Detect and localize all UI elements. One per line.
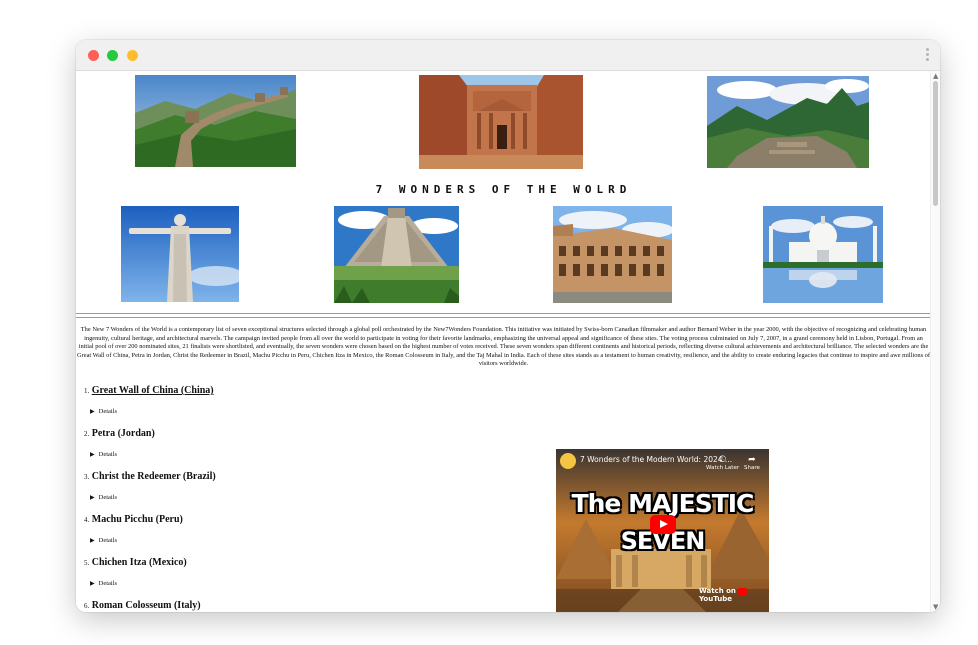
watch-later-button[interactable]: 🕓︎ Watch Later [706,455,739,471]
list-item-chichen-itza: 5. Chichen Itza (Mexico) [84,557,187,568]
share-button[interactable]: ➦ Share [744,455,760,471]
scroll-down-arrow-icon[interactable]: ▼ [933,603,938,611]
close-window-button[interactable] [88,50,99,61]
watch-later-label: Watch Later [706,465,740,471]
vertical-scrollbar[interactable]: ▲ ▼ [930,71,940,612]
list-number: 6. [84,602,90,610]
divider-line-bottom [76,317,931,318]
chichen-itza-heading: Chichen Itza (Mexico) [91,557,187,568]
youtube-video-embed[interactable]: 7 Wonders of the Modern World: 2024 ... … [556,449,769,612]
christ-redeemer-details-toggle[interactable]: ▶ Details [90,494,117,501]
disclosure-triangle-icon: ▶ [90,537,95,544]
share-label: Share [744,465,760,471]
scroll-up-arrow-icon[interactable]: ▲ [933,72,938,80]
disclosure-triangle-icon: ▶ [90,408,95,415]
watch-on-label: Watch on [699,587,736,595]
page-title: 7 WONDERS OF THE WOLRD [375,183,632,196]
play-button[interactable] [650,515,676,534]
petra-heading: Petra (Jordan) [91,428,155,439]
great-wall-link[interactable]: Great Wall of China (China) [92,385,214,396]
minimize-window-button[interactable] [127,50,138,61]
colosseum-heading: Roman Colosseum (Italy) [91,600,201,611]
list-number: 1. [84,387,90,395]
details-label: Details [98,580,118,587]
youtube-logo-icon [737,587,747,595]
share-icon: ➦ [748,455,756,465]
disclosure-triangle-icon: ▶ [90,494,95,501]
page-viewport: 7 WONDERS OF THE WOLRD The New 7 Wonders… [76,71,940,612]
more-options-icon[interactable] [926,48,930,64]
taj-mahal-image [763,206,883,303]
details-label: Details [98,408,118,415]
list-item-christ-redeemer: 3. Christ the Redeemer (Brazil) [84,471,216,482]
list-item-petra: 2. Petra (Jordan) [84,428,155,439]
title-bar [76,40,940,71]
machu-picchu-heading: Machu Picchu (Peru) [91,514,183,525]
disclosure-triangle-icon: ▶ [90,451,95,458]
great-wall-image [135,75,296,167]
youtube-label: YouTube [699,595,732,603]
list-item-great-wall: 1. Great Wall of China (China) [84,385,214,396]
machu-picchu-image [707,76,869,168]
maximize-window-button[interactable] [107,50,118,61]
channel-avatar[interactable] [560,453,576,469]
details-label: Details [98,537,118,544]
petra-image [419,75,583,169]
list-number: 5. [84,559,90,567]
thumbnail-headline: The MAJESTIC [571,489,755,518]
list-number: 3. [84,473,90,481]
details-label: Details [98,494,118,501]
disclosure-triangle-icon: ▶ [90,580,95,587]
details-label: Details [98,451,118,458]
chichen-itza-image [334,206,459,303]
petra-details-toggle[interactable]: ▶ Details [90,451,117,458]
list-number: 4. [84,516,90,524]
list-number: 2. [84,430,90,438]
list-item-colosseum: 6. Roman Colosseum (Italy) [84,600,201,611]
intro-paragraph: The New 7 Wonders of the World is a cont… [76,326,931,368]
christ-redeemer-image [121,206,239,302]
watch-on-youtube-button[interactable]: Watch onYouTube [699,587,769,603]
christ-redeemer-heading: Christ the Redeemer (Brazil) [91,471,216,482]
chichen-itza-details-toggle[interactable]: ▶ Details [90,580,117,587]
list-item-machu-picchu: 4. Machu Picchu (Peru) [84,514,183,525]
divider-line-top [76,313,931,314]
machu-picchu-details-toggle[interactable]: ▶ Details [90,537,117,544]
great-wall-details-toggle[interactable]: ▶ Details [90,408,117,415]
scrollbar-thumb[interactable] [933,81,938,206]
browser-window: 7 WONDERS OF THE WOLRD The New 7 Wonders… [76,40,940,612]
colosseum-image [553,206,672,303]
clock-icon: 🕓︎ [718,455,727,465]
